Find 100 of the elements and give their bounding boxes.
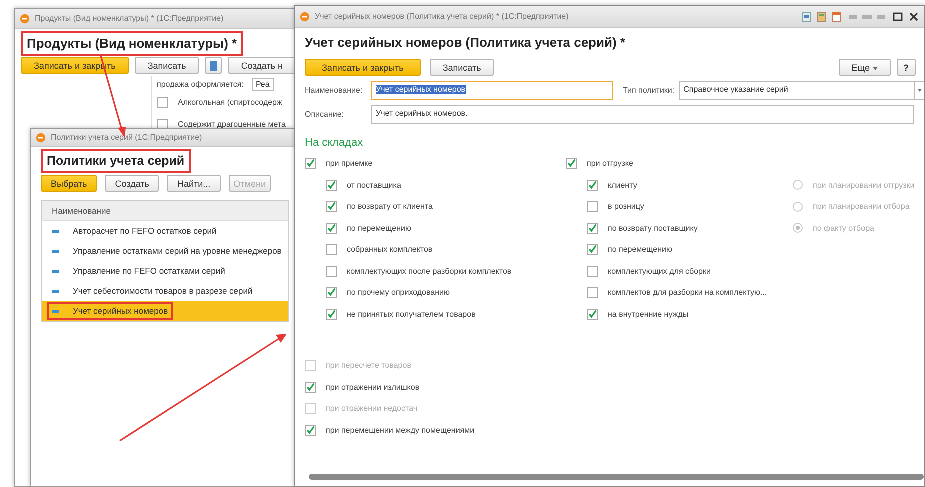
checkbox[interactable] [326, 222, 337, 234]
checkbox[interactable] [326, 266, 337, 277]
checkbox-label: при перемещении между помещениями [326, 426, 475, 435]
section-title: На складах [305, 137, 364, 151]
checkbox-label: при пересчете товаров [326, 361, 412, 370]
item-icon [52, 270, 59, 274]
checkbox[interactable] [587, 244, 598, 256]
list-row[interactable]: Учет серийных номеров [42, 301, 288, 322]
checkbox[interactable] [587, 201, 598, 212]
window-title: Продукты (Вид номенклатуры) * (1С:Предприятие) [35, 14, 224, 23]
row-text: Учет себестоимости товаров в разрезе серий [73, 286, 253, 296]
column-header: Наименование [42, 200, 288, 220]
checkbox-label: по перемещению [347, 224, 412, 233]
checkbox[interactable] [587, 222, 598, 234]
list-row[interactable]: Учет себестоимости товаров в разрезе серий [42, 281, 288, 301]
radio-button[interactable] [793, 202, 803, 212]
field-label: Тип политики: [623, 86, 675, 95]
toolbar-button[interactable]: Создать [105, 175, 160, 192]
checkbox[interactable] [305, 158, 316, 170]
toolbar-button[interactable]: Найти... [167, 175, 221, 192]
checkbox-label: по возврату поставщику [608, 224, 698, 233]
radio-label: при планировании отбора [813, 202, 910, 212]
radio-button[interactable] [793, 223, 803, 234]
select-field[interactable]: Реа [252, 78, 274, 90]
checkbox-label: по возврату от клиента [347, 202, 433, 212]
checkbox-label: не принятых получателем товаров [347, 310, 476, 319]
checkbox-label: при отражении недостач [326, 404, 418, 414]
checkbox[interactable] [305, 382, 316, 393]
scrollbar[interactable] [309, 474, 924, 480]
row-text: Управление по FEFO остатками серий [73, 266, 226, 276]
calendar-icon [832, 12, 841, 22]
item-icon [52, 290, 59, 294]
checkbox[interactable] [587, 308, 598, 320]
checkbox[interactable] [157, 118, 168, 130]
checkbox[interactable] [326, 201, 337, 212]
checkbox-label: в розницу [608, 202, 644, 212]
window-heading: Политики учета серий [41, 149, 191, 173]
app-logo-icon [300, 12, 310, 22]
row-text: Авторасчет по FEFO остатков серий [73, 226, 217, 236]
checkbox-label: при отгрузке [587, 159, 634, 168]
item-icon [52, 250, 59, 254]
toolbar-button[interactable]: Создать н [228, 57, 296, 74]
field-label: Описание: [305, 110, 346, 119]
checkbox[interactable] [587, 266, 598, 277]
item-icon [52, 310, 59, 314]
checkbox[interactable] [587, 180, 598, 191]
window-title: Учет серийных номеров (Политика учета серий) * (1С:Предприятие) [315, 12, 569, 21]
radio-button[interactable] [793, 180, 803, 190]
list-row[interactable]: Управление по FEFO остатками серий [42, 261, 288, 281]
checkbox[interactable] [326, 180, 337, 191]
window-heading: Учет серийных номеров (Политика учета серий) * [305, 34, 626, 52]
primary-button[interactable]: Выбрать [41, 175, 98, 192]
radio-label: при планировании отгрузки [813, 180, 915, 190]
window-heading: Продукты (Вид номенклатуры) * [21, 31, 244, 56]
toolbar-button[interactable]: Записать [134, 57, 200, 74]
app-logo-icon [20, 14, 30, 24]
caret-icon [918, 89, 922, 92]
close-icon[interactable] [909, 12, 919, 22]
checkbox[interactable] [157, 97, 168, 108]
checkbox[interactable] [305, 424, 316, 436]
checkbox-label: клиенту [608, 180, 638, 190]
checkbox-label: Содержит драгоценные мета [178, 120, 286, 129]
toolbar-button[interactable]: Записать [430, 59, 494, 76]
maximize-icon[interactable] [893, 12, 903, 22]
checkbox-label: от поставщика [347, 180, 402, 190]
checkbox[interactable] [326, 244, 337, 256]
list-row[interactable]: Управление остатками серий на уровне менеджеров [42, 241, 288, 261]
link-icon [802, 12, 811, 22]
app-logo-icon [36, 132, 46, 142]
checkbox-label: при отражении излишков [326, 382, 420, 392]
row-text: Управление остатками серий на уровне менеджеров [73, 246, 282, 256]
radio-label: по факту отбора [813, 224, 874, 233]
window-title: Политики учета серий (1С:Предприятие) [51, 133, 202, 142]
checkbox-label: комплектующих после разборки комплектов [347, 266, 512, 276]
checkbox[interactable] [566, 158, 577, 170]
checkbox-label: по перемещению [608, 245, 672, 254]
primary-button[interactable]: Записать и закрыть [305, 59, 421, 76]
toolbar-button[interactable] [205, 57, 222, 74]
help-button[interactable]: ? [896, 59, 916, 76]
name-field[interactable]: Учет серийных номеров [371, 81, 613, 100]
list-row[interactable]: Авторасчет по FEFO остатков серий [42, 220, 288, 241]
calculator-icon [817, 12, 826, 22]
document-icon [210, 60, 218, 70]
item-icon [52, 230, 59, 234]
field-label: Наименование: [305, 86, 364, 95]
checkbox-label: при приемке [326, 159, 373, 168]
checkbox[interactable] [326, 287, 337, 298]
checkbox-label: комплектующих для сборки [608, 266, 711, 276]
checkbox[interactable] [326, 308, 337, 320]
zoom-controls-icon [847, 12, 887, 20]
checkbox-label: собранных комплектов [347, 245, 433, 254]
checkbox-label: на внутренние нужды [608, 310, 689, 319]
more-button[interactable]: Еще [838, 59, 890, 76]
checkbox-label: по прочему оприходованию [347, 288, 450, 298]
caret-icon [872, 66, 878, 70]
field-label: продажа оформляется: [157, 80, 244, 88]
description-field[interactable]: Учет серийных номеров. [371, 105, 914, 124]
checkbox[interactable] [587, 287, 598, 298]
checkbox-label: Алкогольная (спиртосодерж [178, 98, 282, 108]
checkbox-label: комплектов для разборки на комплектую... [608, 288, 768, 298]
